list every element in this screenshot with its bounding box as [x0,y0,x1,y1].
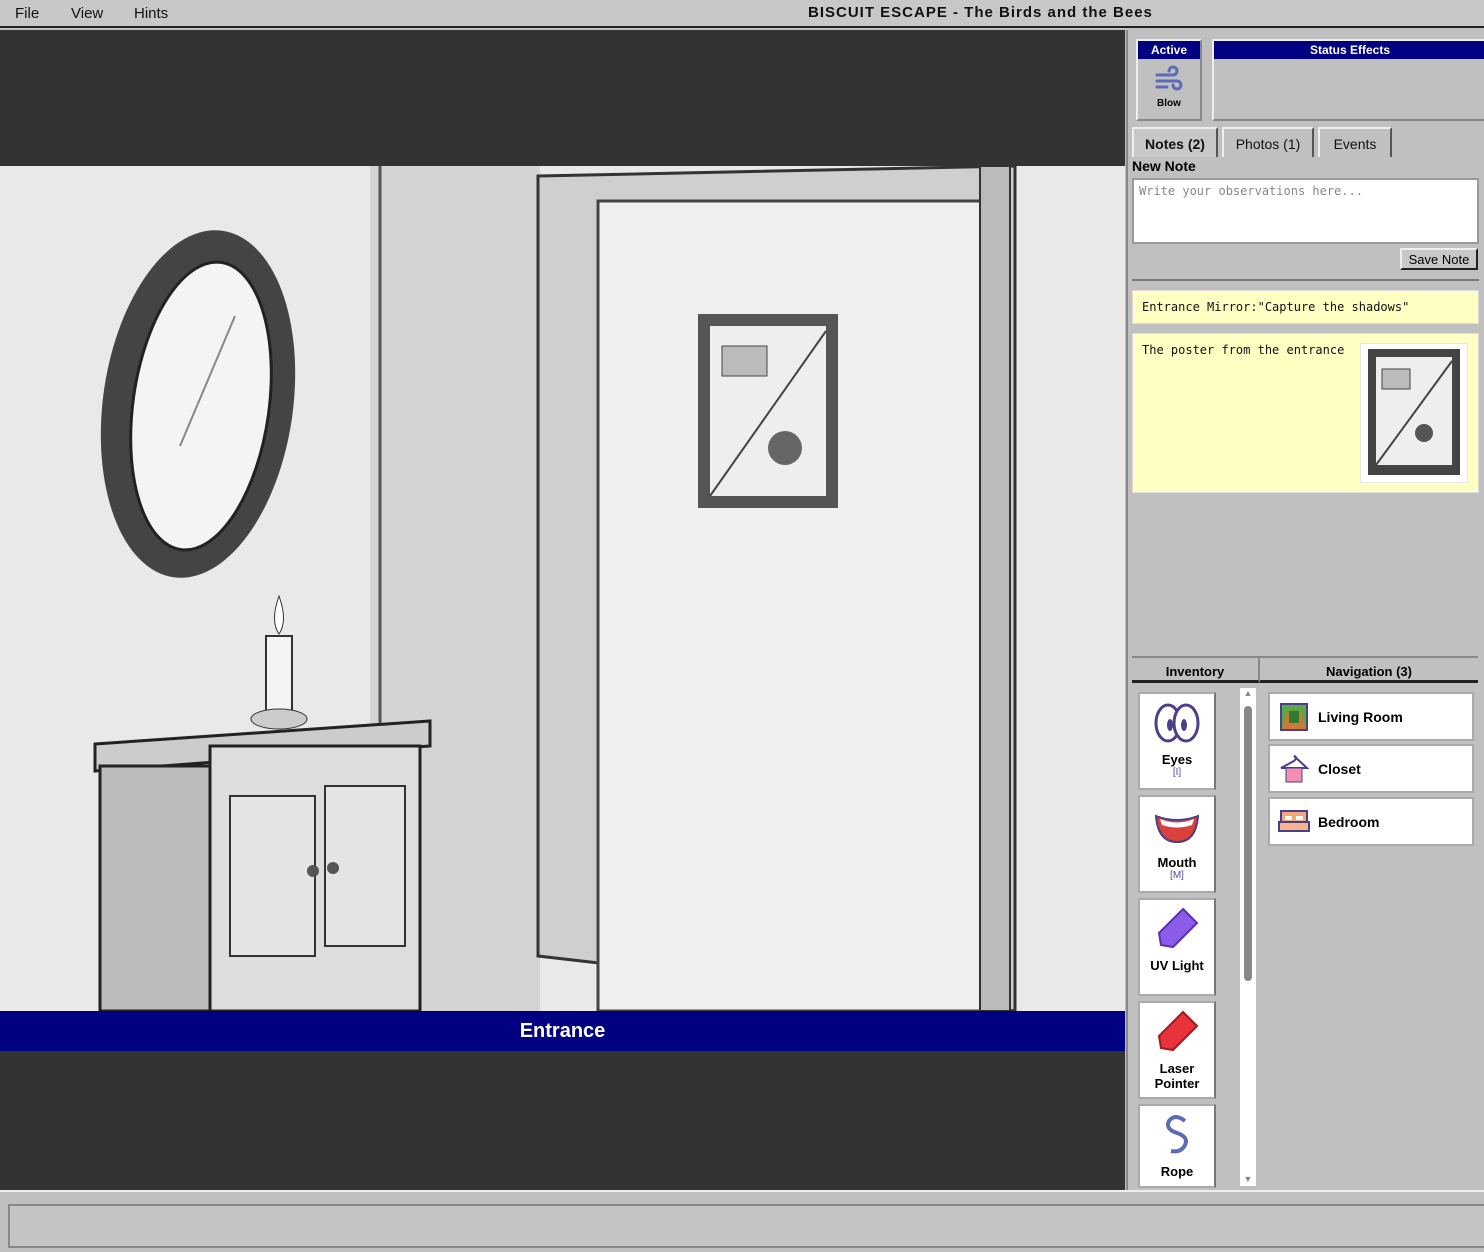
active-box: Active Blow [1136,39,1202,121]
menu-bar: File View Hints BISCUIT ESCAPE - The Bir… [0,0,1484,28]
note-entry[interactable]: The poster from the entrance [1132,333,1479,493]
doorway[interactable] [536,166,1017,1011]
navigation-header: Navigation (3) [1260,656,1478,683]
cabinet[interactable] [93,719,432,1011]
menu-file[interactable]: File [15,5,39,22]
message-bar [8,1204,1484,1248]
poster[interactable] [698,314,838,508]
laser-pointer-icon [1157,1010,1199,1052]
status-effects-box: Status Effects [1212,39,1484,121]
inventory-item-laser-pointer[interactable]: Laser Pointer [1138,1001,1216,1099]
item-shortcut: [I] [1172,767,1182,778]
bed-icon [1278,809,1310,832]
note-entry[interactable]: Entrance Mirror:"Capture the shadows" [1132,290,1479,324]
item-label: Eyes [1161,752,1193,767]
note-text: The poster from the entrance [1142,343,1345,357]
eyes-icon [1154,703,1200,743]
active-item-blow[interactable]: Blow [1138,59,1200,109]
window-title: BISCUIT ESCAPE - The Birds and the Bees [808,4,1153,21]
save-note-button[interactable]: Save Note [1400,248,1478,270]
scroll-thumb[interactable] [1244,706,1252,981]
nav-label: Bedroom [1318,813,1380,830]
inventory-item-eyes[interactable]: Eyes [I] [1138,692,1216,790]
hanger-icon [1280,754,1309,782]
menu-view[interactable]: View [71,5,103,22]
inventory-item-rope[interactable]: Rope [1138,1104,1216,1188]
scroll-up-arrow[interactable]: ▲ [1240,688,1256,698]
status-effects-header: Status Effects [1214,41,1484,59]
nav-label: Living Room [1318,708,1403,725]
tab-notes[interactable]: Notes (2) [1132,127,1218,157]
item-label: Laser Pointer [1154,1061,1200,1091]
scene-image[interactable] [0,166,1125,1011]
side-panel: Active Blow Status Effects Notes (2) Pho… [1126,30,1484,1190]
bottom-lists: Inventory Navigation (3) Eyes [I] Mouth [M… [1132,656,1482,1188]
bottom-bar [0,1190,1484,1252]
note-input[interactable] [1132,178,1479,244]
nav-label: Closet [1318,760,1361,777]
tab-events[interactable]: Events [1318,127,1392,157]
room-icon [1280,702,1308,731]
item-shortcut: [M] [1170,870,1184,881]
inventory-scrollbar[interactable]: ▲ ▼ [1240,688,1256,1186]
rope-icon [1166,1115,1188,1154]
item-label: Rope [1160,1164,1194,1179]
inventory-header: Inventory [1132,656,1260,683]
active-item-label: Blow [1157,98,1181,109]
scene-view: Entrance [0,30,1125,1190]
nav-closet[interactable]: Closet [1268,744,1474,793]
wind-icon [1155,65,1183,91]
note-text: Entrance Mirror:"Capture the shadows" [1142,300,1410,314]
note-photo-thumbnail[interactable] [1360,343,1468,483]
divider [1132,279,1479,281]
item-label: Mouth [1157,855,1197,870]
nav-living-room[interactable]: Living Room [1268,692,1474,741]
mouth-icon [1154,814,1200,844]
item-label: UV Light [1150,958,1204,973]
tab-photos[interactable]: Photos (1) [1222,127,1314,157]
flashlight-icon [1157,907,1199,949]
inventory-item-uv-light[interactable]: UV Light [1138,898,1216,996]
menu-hints[interactable]: Hints [134,5,168,22]
location-title: Entrance [0,1011,1125,1051]
nav-bedroom[interactable]: Bedroom [1268,797,1474,846]
new-note-label: New Note [1132,158,1196,174]
scroll-down-arrow[interactable]: ▼ [1240,1174,1256,1184]
inventory-item-mouth[interactable]: Mouth [M] [1138,795,1216,893]
active-header: Active [1138,41,1200,59]
